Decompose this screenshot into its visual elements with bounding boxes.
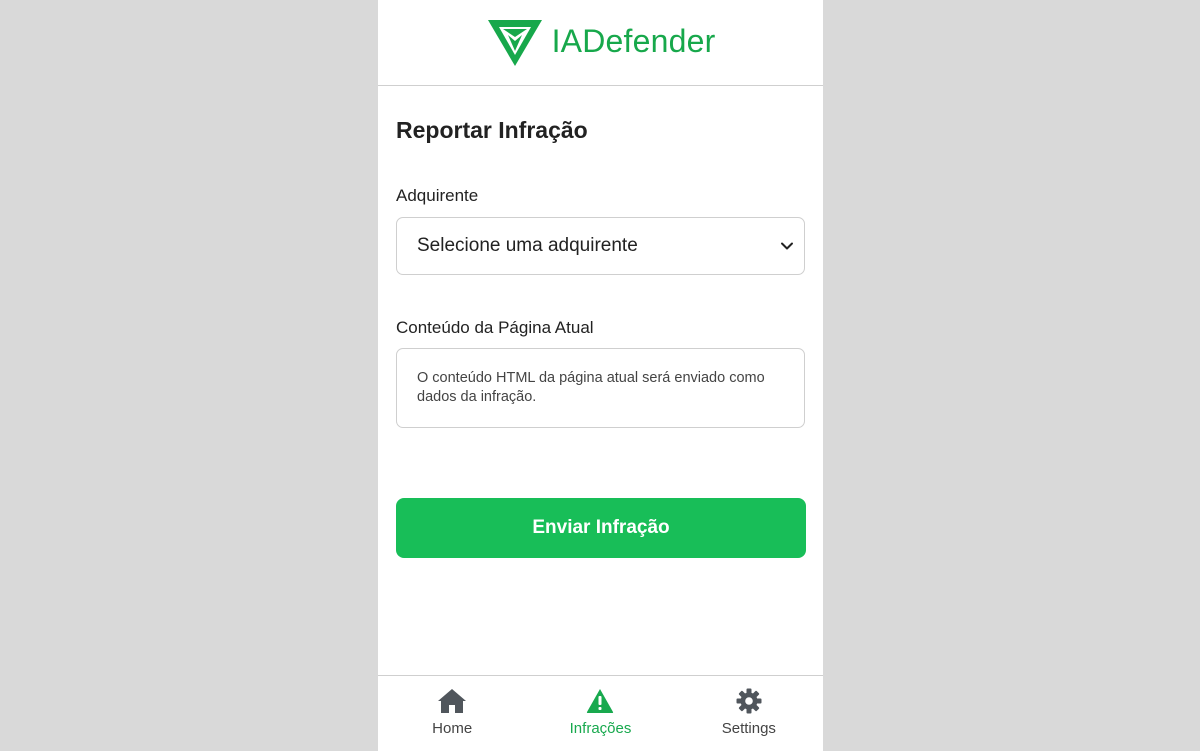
nav-label-infracoes: Infrações xyxy=(569,720,632,737)
acquirer-select-value: Selecione uma adquirente xyxy=(417,235,638,256)
nav-item-settings[interactable]: Settings xyxy=(675,676,823,751)
warning-icon xyxy=(586,688,614,714)
nav-label-home: Home xyxy=(432,720,473,737)
brand-name: IADefender xyxy=(551,23,716,59)
submit-infraction-button[interactable]: Enviar Infração xyxy=(396,498,806,558)
shield-v-logo-icon xyxy=(486,17,544,67)
nav-item-infracoes[interactable]: Infrações xyxy=(526,676,674,751)
gear-icon xyxy=(736,688,762,714)
header: IADefender xyxy=(378,0,823,86)
page-title: Reportar Infração xyxy=(396,117,588,143)
page-content-box: O conteúdo HTML da página atual será env… xyxy=(396,348,805,428)
acquirer-select[interactable]: Selecione uma adquirente xyxy=(396,217,805,275)
nav-item-home[interactable]: Home xyxy=(378,676,526,751)
page-content-label: Conteúdo da Página Atual xyxy=(396,318,594,337)
acquirer-label: Adquirente xyxy=(396,186,479,205)
nav-label-settings: Settings xyxy=(721,720,776,737)
brand-logo: IADefender xyxy=(486,17,716,67)
chevron-down-icon xyxy=(780,239,794,253)
home-icon xyxy=(437,688,467,714)
bottom-nav: Home Infrações Settings xyxy=(378,675,823,751)
extension-panel: IADefender Reportar Infração Adquirente … xyxy=(378,0,823,751)
